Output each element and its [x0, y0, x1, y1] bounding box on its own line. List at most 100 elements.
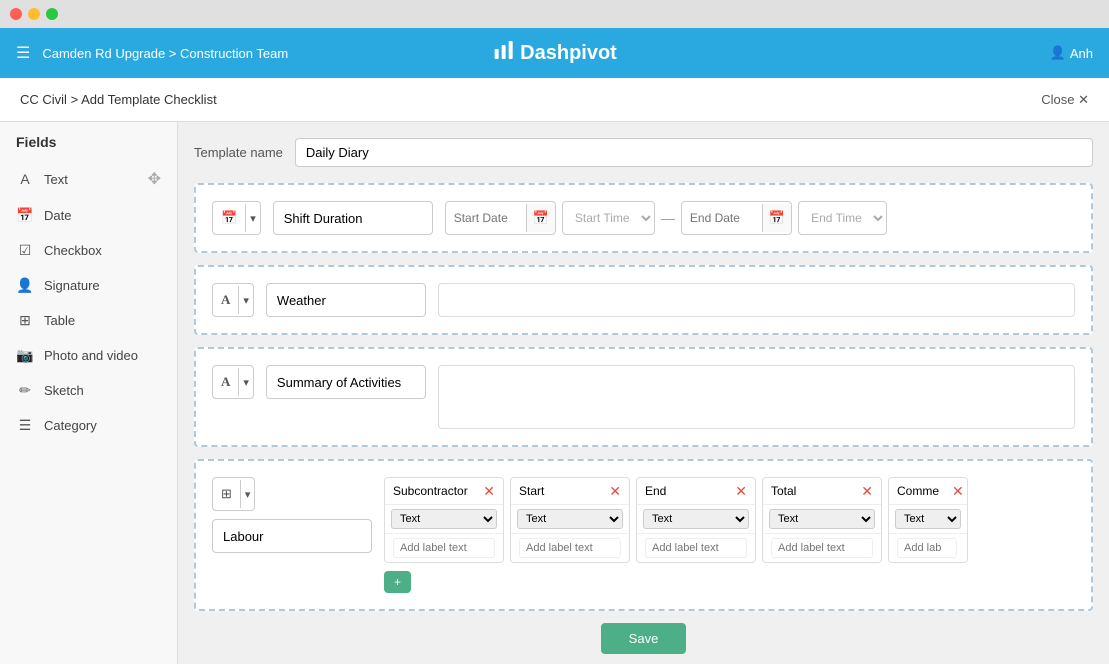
weather-field-name[interactable]	[266, 283, 426, 317]
col-label-total	[763, 534, 881, 562]
sidebar-item-date[interactable]: 📅 Date	[0, 198, 177, 233]
col-type-select-total[interactable]: Text	[769, 509, 875, 529]
sidebar-item-sketch[interactable]: ✏ Sketch	[0, 373, 177, 408]
sidebar-item-label: Category	[44, 418, 97, 433]
save-button[interactable]: Save	[601, 623, 687, 654]
col-delete-comment[interactable]: ✕	[952, 484, 964, 498]
end-time-select[interactable]: End Time	[798, 201, 887, 235]
start-time-select[interactable]: Start Time	[562, 201, 655, 235]
col-name-input-start[interactable]	[519, 484, 599, 498]
sidebar-item-label: Checkbox	[44, 243, 102, 258]
hamburger-icon[interactable]: ☰	[16, 43, 30, 63]
col-delete-end[interactable]: ✕	[735, 484, 747, 498]
shift-duration-field-name[interactable]	[273, 201, 433, 235]
breadcrumb-separator: >	[71, 92, 82, 107]
user-name: Anh	[1070, 46, 1093, 61]
col-label-input-subcontractor[interactable]	[393, 538, 495, 558]
sidebar-item-label: Sketch	[44, 383, 84, 398]
col-name-input-total[interactable]	[771, 484, 851, 498]
sidebar-item-signature[interactable]: 👤 Signature	[0, 268, 177, 303]
sidebar-item-table[interactable]: ⊞ Table	[0, 303, 177, 338]
field-type-chevron[interactable]: ▾	[239, 288, 253, 313]
col-type-select-end[interactable]: Text	[643, 509, 749, 529]
dash-separator: —	[661, 210, 675, 226]
close-button[interactable]	[10, 8, 22, 20]
weather-type-selector[interactable]: A ▾	[212, 283, 254, 317]
field-type-chevron[interactable]: ▾	[246, 206, 260, 231]
summary-activities-row: A ▾	[212, 365, 1075, 429]
col-label-subcontractor	[385, 534, 503, 562]
category-icon: ☰	[16, 417, 34, 434]
labour-field-name[interactable]	[212, 519, 372, 553]
summary-field-name[interactable]	[266, 365, 426, 399]
col-delete-subcontractor[interactable]: ✕	[483, 484, 495, 498]
col-type-row-start: Text	[511, 505, 629, 534]
labour-left: ⊞ ▾	[212, 477, 372, 553]
col-label-start	[511, 534, 629, 562]
col-type-select-start[interactable]: Text	[517, 509, 623, 529]
field-type-chevron3[interactable]: ▾	[241, 482, 255, 507]
sidebar: Fields A Text ✥ 📅 Date ☑ Checkbox 👤 Sign…	[0, 122, 178, 664]
labour-type-selector[interactable]: ⊞ ▾	[212, 477, 255, 511]
col-type-select-subcontractor[interactable]: Text	[391, 509, 497, 529]
labour-section: ⊞ ▾ ✕	[194, 459, 1093, 611]
save-row: Save	[194, 623, 1093, 654]
col-name-input-subcontractor[interactable]	[393, 484, 473, 498]
start-date-group: 📅	[445, 201, 556, 235]
start-date-input[interactable]	[446, 205, 526, 231]
add-column-row: +	[384, 563, 1075, 593]
col-label-input-end[interactable]	[645, 538, 747, 558]
labour-controls: ✕ Text	[384, 477, 1075, 593]
col-delete-total[interactable]: ✕	[861, 484, 873, 498]
table-columns: ✕ Text	[384, 477, 1075, 563]
breadcrumb-cc-civil: CC Civil	[20, 92, 67, 107]
text-icon: A	[16, 171, 34, 187]
end-date-input[interactable]	[682, 205, 762, 231]
col-type-row-comment: Text	[889, 505, 967, 534]
column-end: ✕ Text	[636, 477, 756, 563]
sidebar-item-text[interactable]: A Text ✥	[0, 160, 177, 198]
topnav-center: Dashpivot	[492, 39, 617, 67]
summary-textarea[interactable]	[438, 365, 1075, 429]
add-column-button[interactable]: +	[384, 571, 411, 593]
template-name-label: Template name	[194, 145, 283, 160]
maximize-button[interactable]	[46, 8, 58, 20]
app-logo-icon	[492, 39, 514, 67]
col-name-input-comment[interactable]	[897, 484, 952, 498]
col-type-row-end: Text	[637, 505, 755, 534]
field-type-chevron2[interactable]: ▾	[239, 370, 253, 395]
col-type-select-comment[interactable]: Text	[895, 509, 961, 529]
titlebar	[0, 0, 1109, 28]
col-label-input-comment[interactable]	[897, 538, 957, 558]
checkbox-icon: ☑	[16, 242, 34, 259]
col-header-end: ✕	[637, 478, 755, 505]
start-date-calendar-icon: 📅	[526, 204, 555, 232]
sidebar-item-checkbox[interactable]: ☑ Checkbox	[0, 233, 177, 268]
col-type-row-subcontractor: Text	[385, 505, 503, 534]
sidebar-title: Fields	[0, 134, 177, 160]
close-button[interactable]: Close ✕	[1041, 92, 1089, 108]
breadcrumb-add-template: Add Template Checklist	[81, 92, 217, 107]
summary-activities-section: A ▾	[194, 347, 1093, 447]
col-name-input-end[interactable]	[645, 484, 725, 498]
col-label-input-start[interactable]	[519, 538, 621, 558]
col-type-row-total: Text	[763, 505, 881, 534]
table-field-icon: ⊞	[213, 480, 241, 508]
breadcrumb-bar: CC Civil > Add Template Checklist Close …	[0, 78, 1109, 122]
template-name-input[interactable]	[295, 138, 1093, 167]
sidebar-item-label: Table	[44, 313, 75, 328]
col-label-input-total[interactable]	[771, 538, 873, 558]
sidebar-item-photo-video[interactable]: 📷 Photo and video	[0, 338, 177, 373]
shift-duration-type-selector[interactable]: 📅 ▾	[212, 201, 261, 235]
sidebar-item-category[interactable]: ☰ Category	[0, 408, 177, 443]
sidebar-item-label: Text	[44, 172, 68, 187]
column-comment: ✕ Text	[888, 477, 968, 563]
minimize-button[interactable]	[28, 8, 40, 20]
text-field-icon2: A	[213, 368, 239, 396]
summary-type-selector[interactable]: A ▾	[212, 365, 254, 399]
col-header-start: ✕	[511, 478, 629, 505]
user-icon: 👤	[1050, 45, 1066, 61]
weather-section: A ▾	[194, 265, 1093, 335]
date-icon: 📅	[16, 207, 34, 224]
col-delete-start[interactable]: ✕	[609, 484, 621, 498]
